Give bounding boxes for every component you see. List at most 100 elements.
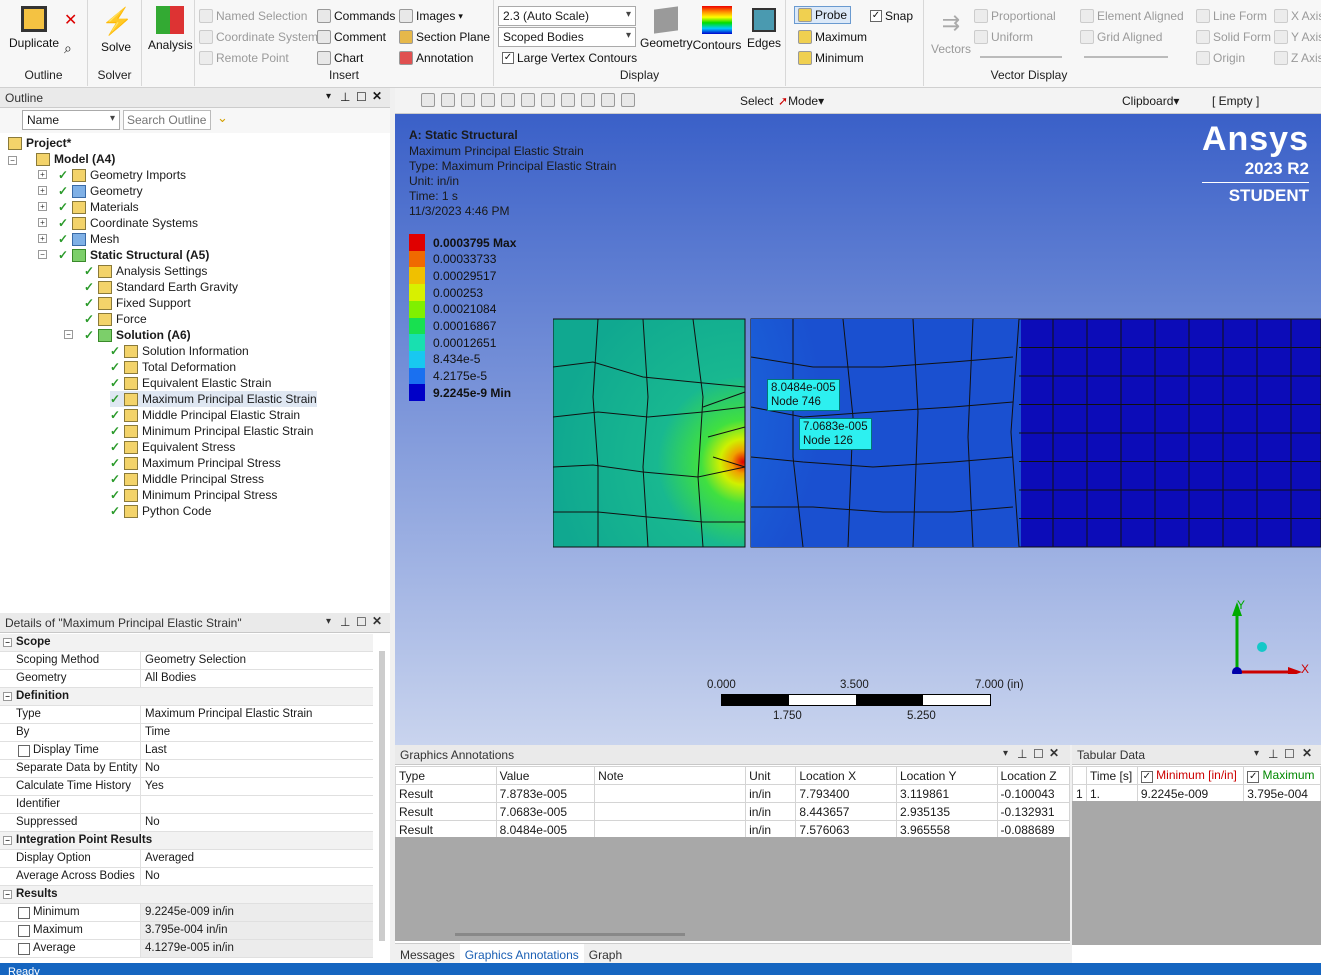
- annotations-scrollbar[interactable]: [455, 933, 685, 936]
- details-row[interactable]: Display Option Averaged: [0, 850, 373, 868]
- panel-menu-icon[interactable]: ▾: [326, 91, 331, 102]
- tree-item[interactable]: ✓ Fixed Support: [84, 295, 191, 311]
- table-cell[interactable]: -0.100043: [996, 784, 1071, 803]
- probe-label[interactable]: 8.0484e-005 Node 746: [767, 379, 840, 411]
- zoom-fit-icon[interactable]: [601, 93, 615, 107]
- table-cell[interactable]: [594, 820, 747, 839]
- details-section[interactable]: − Integration Point Results: [0, 832, 373, 850]
- table-cell[interactable]: in/in: [745, 802, 797, 821]
- close-icon[interactable]: ✕: [1049, 746, 1059, 760]
- maximum-checkbox[interactable]: ✓: [1247, 771, 1260, 783]
- probe-button[interactable]: Probe: [794, 6, 852, 24]
- chart-button[interactable]: Chart: [317, 51, 363, 65]
- tree-item[interactable]: ✓ Equivalent Stress: [110, 439, 235, 455]
- mode-button[interactable]: ➚Mode▾: [778, 94, 824, 108]
- details-row[interactable]: Identifier: [0, 796, 373, 814]
- tree-item[interactable]: ✓ Maximum Principal Stress: [110, 455, 281, 471]
- vectors-button[interactable]: ⇉ Vectors: [930, 8, 972, 56]
- parameter-checkbox[interactable]: [18, 925, 30, 937]
- zoom-out-icon[interactable]: [441, 93, 455, 107]
- column-header[interactable]: Value: [495, 766, 596, 785]
- chevron-down-icon[interactable]: ⌄: [217, 110, 228, 126]
- table-row[interactable]: Result 8.0484e-005 in/in 7.576063 3.965558 -0…: [395, 820, 1071, 839]
- details-section[interactable]: − Results: [0, 886, 373, 904]
- expand-toggle-icon[interactable]: −: [64, 330, 73, 339]
- details-row[interactable]: Minimum 9.2245e-009 in/in: [0, 904, 373, 922]
- edges-button[interactable]: Edges: [744, 8, 784, 50]
- details-row[interactable]: Maximum 3.795e-004 in/in: [0, 922, 373, 940]
- uniform-button[interactable]: Uniform: [974, 30, 1033, 44]
- proportional-button[interactable]: Proportional: [974, 9, 1056, 23]
- tree-item[interactable]: ✓ Analysis Settings: [84, 263, 207, 279]
- table-cell[interactable]: 7.0683e-005: [495, 802, 596, 821]
- clipboard-button[interactable]: Clipboard▾: [1122, 94, 1179, 108]
- geometry-button[interactable]: Geometry: [640, 6, 693, 50]
- details-value[interactable]: 3.795e-004 in/in: [140, 922, 373, 939]
- maximum-column-header[interactable]: ✓ Maximum: [1243, 766, 1321, 785]
- tree-item[interactable]: + ✓ Coordinate Systems: [38, 215, 198, 231]
- scale-dropdown[interactable]: 2.3 (Auto Scale): [498, 6, 636, 26]
- probe-label[interactable]: 7.0683e-005 Node 126: [799, 418, 872, 450]
- details-value[interactable]: Last: [140, 742, 373, 759]
- tree-item[interactable]: ✓ Total Deformation: [110, 359, 236, 375]
- large-vertex-checkbox[interactable]: ✓: [502, 52, 514, 64]
- y-axis-button[interactable]: Y Axis: [1274, 30, 1321, 44]
- tree-item[interactable]: ✓ Standard Earth Gravity: [84, 279, 238, 295]
- details-value[interactable]: 4.1279e-005 in/in: [140, 940, 373, 957]
- table-cell[interactable]: 8.443657: [795, 802, 897, 821]
- snap-checkbox[interactable]: ✓: [870, 10, 882, 22]
- tree-item[interactable]: + ✓ Materials: [38, 199, 139, 215]
- details-row[interactable]: Separate Data by Entity No: [0, 760, 373, 778]
- expand-toggle-icon[interactable]: −: [8, 156, 17, 165]
- panel-menu-icon[interactable]: ▾: [1254, 748, 1259, 759]
- expand-toggle-icon[interactable]: +: [38, 202, 47, 211]
- remote-point-button[interactable]: Remote Point: [199, 51, 289, 65]
- solid-form-button[interactable]: Solid Form: [1196, 30, 1271, 44]
- details-row[interactable]: Type Maximum Principal Elastic Strain: [0, 706, 373, 724]
- tab-graph[interactable]: Graph: [584, 944, 627, 965]
- search-icon[interactable]: ⌕: [64, 40, 72, 57]
- maximum-button[interactable]: Maximum: [798, 30, 867, 44]
- table-cell[interactable]: -0.088689: [996, 820, 1071, 839]
- details-value[interactable]: [140, 796, 373, 813]
- tree-item[interactable]: + ✓ Geometry Imports: [38, 167, 186, 183]
- duplicate-button[interactable]: Duplicate: [8, 6, 60, 50]
- tree-item[interactable]: ✓ Middle Principal Stress: [110, 471, 264, 487]
- details-value[interactable]: Yes: [140, 778, 373, 795]
- expand-toggle-icon[interactable]: +: [38, 170, 47, 179]
- delete-icon[interactable]: ✕: [64, 10, 77, 30]
- table-cell[interactable]: Result: [395, 784, 497, 803]
- pin-icon[interactable]: ⊥: [340, 90, 350, 104]
- details-row[interactable]: Average 4.1279e-005 in/in: [0, 940, 373, 958]
- parameter-checkbox[interactable]: [18, 745, 30, 757]
- tree-item[interactable]: ✓ Python Code: [110, 503, 211, 519]
- tree-item[interactable]: − ✓ Static Structural (A5): [38, 247, 209, 263]
- images-button[interactable]: Images ▾: [399, 9, 463, 23]
- maximize-icon[interactable]: ☐: [356, 615, 367, 629]
- column-header[interactable]: Location Z: [996, 766, 1071, 785]
- look-at-icon[interactable]: [481, 93, 495, 107]
- collapse-toggle-icon[interactable]: −: [3, 836, 12, 845]
- column-header[interactable]: Note: [594, 766, 747, 785]
- pin-icon[interactable]: ⊥: [340, 615, 350, 629]
- tree-item[interactable]: + ✓ Mesh: [38, 231, 119, 247]
- column-header[interactable]: Location Y: [895, 766, 998, 785]
- details-row[interactable]: Suppressed No: [0, 814, 373, 832]
- details-row[interactable]: Average Across Bodies No: [0, 868, 373, 886]
- tree-item[interactable]: ✓ Minimum Principal Stress: [110, 487, 277, 503]
- tree-item[interactable]: Model (A4): [36, 151, 115, 167]
- table-cell[interactable]: in/in: [745, 784, 797, 803]
- parameter-checkbox[interactable]: [18, 943, 30, 955]
- column-header[interactable]: Unit: [745, 766, 797, 785]
- table-cell[interactable]: Result: [395, 820, 497, 839]
- graphics-viewport[interactable]: A: Static Structural Maximum Principal E…: [395, 114, 1321, 745]
- grid-density-slider[interactable]: [1084, 56, 1168, 58]
- maximize-icon[interactable]: ☐: [356, 90, 367, 104]
- pan-icon[interactable]: [541, 93, 555, 107]
- table-cell[interactable]: 7.793400: [795, 784, 897, 803]
- tree-item[interactable]: + ✓ Geometry: [38, 183, 143, 199]
- pin-icon[interactable]: ⊥: [1268, 747, 1278, 761]
- details-value[interactable]: Maximum Principal Elastic Strain: [140, 706, 373, 723]
- search-outline-input[interactable]: [123, 110, 211, 130]
- column-header[interactable]: Location X: [795, 766, 897, 785]
